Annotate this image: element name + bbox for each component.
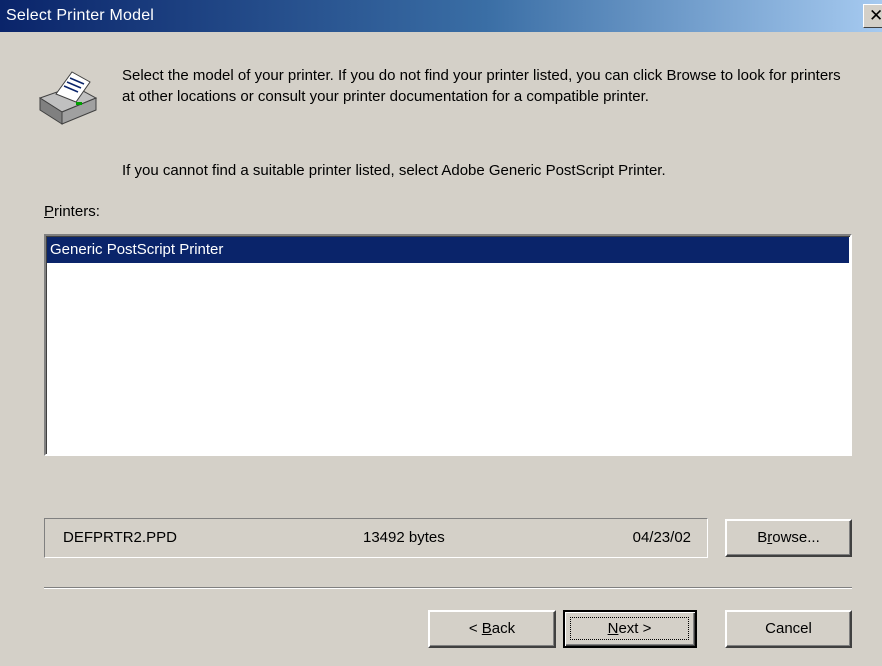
printers-label: Printers: [44, 203, 100, 220]
browse-button[interactable]: Browse... [725, 519, 852, 557]
close-icon: ✕ [869, 6, 882, 25]
ppd-filename: DEFPRTR2.PPD [63, 529, 177, 546]
printer-icon [38, 71, 98, 125]
back-button[interactable]: < Back [428, 610, 556, 648]
cancel-button[interactable]: Cancel [725, 610, 852, 648]
printers-listbox[interactable]: Generic PostScript Printer [44, 234, 852, 456]
window-title: Select Printer Model [6, 7, 155, 24]
next-button[interactable]: Next > [563, 610, 697, 648]
ppd-filesize: 13492 bytes [363, 529, 445, 546]
title-bar: Select Printer Model ✕ [0, 0, 882, 32]
list-item[interactable]: Generic PostScript Printer [47, 237, 849, 263]
ppd-date: 04/23/02 [632, 529, 691, 546]
ppd-file-info: DEFPRTR2.PPD 13492 bytes 04/23/02 [44, 518, 708, 558]
generic-printer-note: If you cannot find a suitable printer li… [122, 162, 666, 179]
close-button[interactable]: ✕ [863, 4, 882, 28]
intro-text: Select the model of your printer. If you… [122, 67, 841, 105]
separator [44, 587, 852, 589]
